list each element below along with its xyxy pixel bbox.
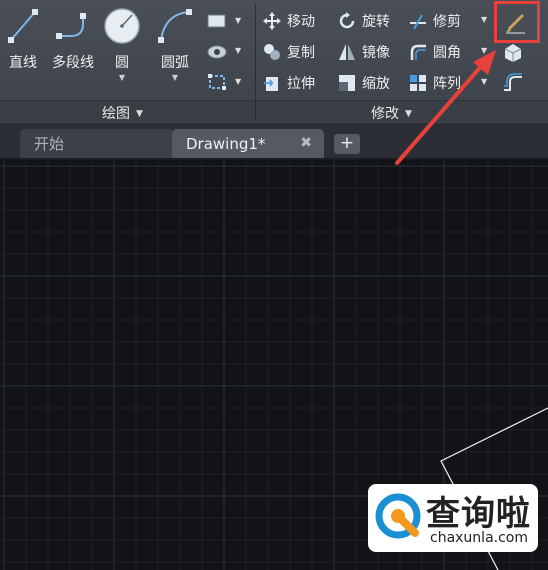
watermark-brand: 查询啦 <box>426 494 531 534</box>
watermark-domain: chaxunla.com <box>430 530 528 546</box>
watermark: 查询啦 chaxunla.com <box>368 484 538 552</box>
watermark-logo-icon <box>375 493 421 539</box>
